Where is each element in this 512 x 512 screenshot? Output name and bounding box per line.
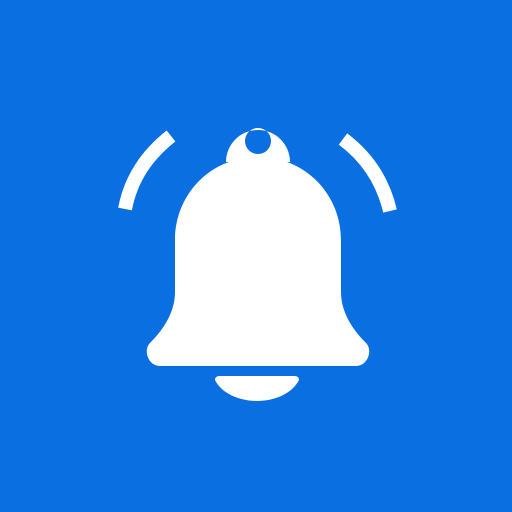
bell-icon-canvas xyxy=(0,0,512,512)
notification-app-icon[interactable] xyxy=(0,0,512,512)
